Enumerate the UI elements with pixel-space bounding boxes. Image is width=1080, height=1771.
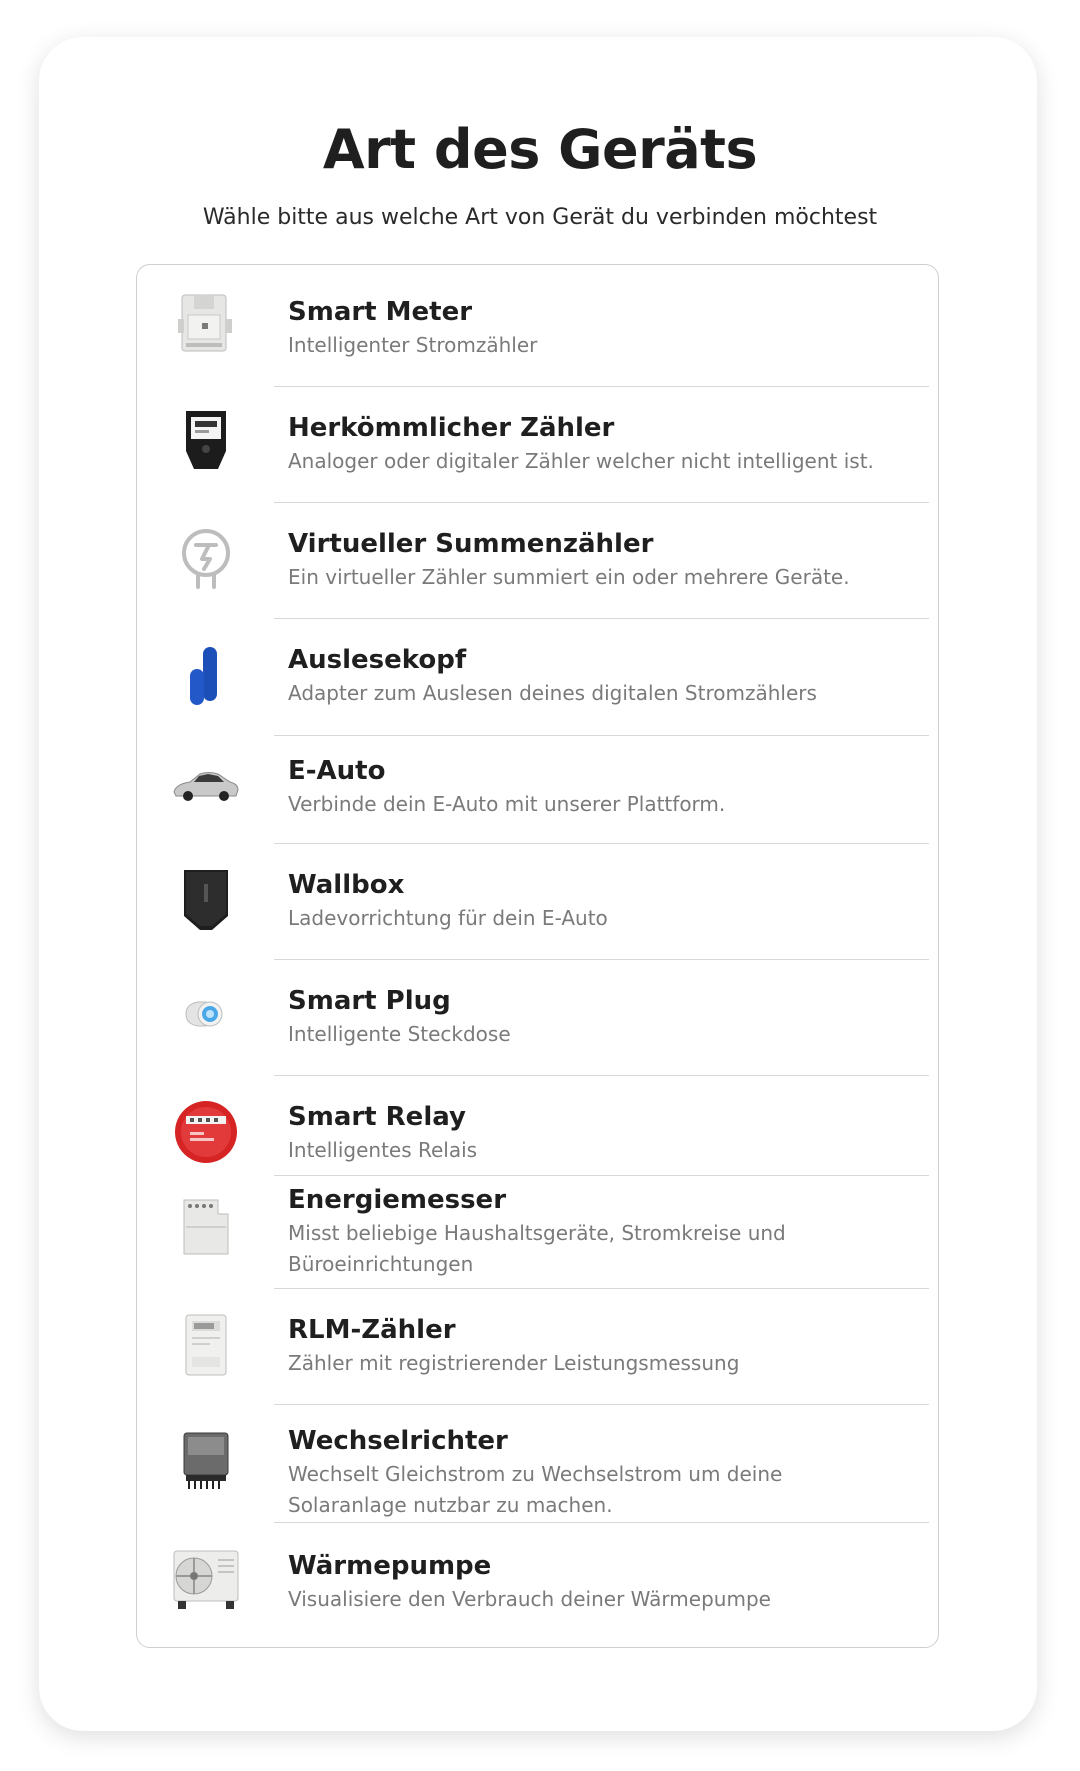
device-name: RLM-Zähler bbox=[288, 1315, 456, 1345]
device-description: Ladevorrichtung für dein E-Auto bbox=[288, 906, 608, 930]
device-option-reading-head[interactable]: Auslesekopf Adapter zum Auslesen deines … bbox=[136, 619, 939, 735]
smart-relay-icon bbox=[172, 1098, 240, 1166]
device-description: Intelligentes Relais bbox=[288, 1138, 478, 1162]
wallbox-icon bbox=[172, 866, 240, 934]
device-name: E-Auto bbox=[288, 756, 386, 786]
device-option-energy-meter[interactable]: Energiemesser Misst beliebige Haushaltsg… bbox=[136, 1176, 939, 1289]
device-option-heat-pump[interactable]: Wärmepumpe Visualisiere den Verbrauch de… bbox=[136, 1523, 939, 1647]
device-description: Misst beliebige Haushaltsgeräte, Stromkr… bbox=[288, 1221, 786, 1276]
device-option-smart-plug[interactable]: Smart Plug Intelligente Steckdose bbox=[136, 960, 939, 1076]
device-description: Intelligenter Stromzähler bbox=[288, 333, 538, 357]
device-option-wallbox[interactable]: Wallbox Ladevorrichtung für dein E-Auto bbox=[136, 844, 939, 960]
device-option-conventional-meter[interactable]: Herkömmlicher Zähler Analoger oder digit… bbox=[136, 387, 939, 503]
device-description: Adapter zum Auslesen deines digitalen St… bbox=[288, 681, 817, 705]
virtual-meter-icon bbox=[172, 525, 240, 593]
device-description: Analoger oder digitaler Zähler welcher n… bbox=[288, 449, 874, 473]
rlm-meter-icon bbox=[172, 1311, 240, 1379]
device-option-virtual-meter[interactable]: Virtueller Summenzähler Ein virtueller Z… bbox=[136, 503, 939, 619]
device-name: Wärmepumpe bbox=[288, 1551, 492, 1581]
energy-meter-icon bbox=[172, 1192, 240, 1260]
device-option-inverter[interactable]: Wechselrichter Wechselt Gleichstrom zu W… bbox=[136, 1405, 939, 1523]
device-description: Intelligente Steckdose bbox=[288, 1022, 511, 1046]
heat-pump-icon bbox=[172, 1545, 240, 1613]
device-description: Zähler mit registrierender Leistungsmess… bbox=[288, 1351, 740, 1375]
device-description: Ein virtueller Zähler summiert ein oder … bbox=[288, 565, 850, 589]
device-description: Wechselt Gleichstrom zu Wechselstrom um … bbox=[288, 1462, 783, 1517]
device-name: Smart Relay bbox=[288, 1102, 466, 1132]
reading-head-icon bbox=[172, 643, 240, 711]
device-name: Wechselrichter bbox=[288, 1426, 508, 1456]
device-description: Visualisiere den Verbrauch deiner Wärmep… bbox=[288, 1587, 771, 1611]
device-option-smart-meter[interactable]: Smart Meter Intelligenter Stromzähler bbox=[136, 264, 939, 380]
device-option-smart-relay[interactable]: Smart Relay Intelligentes Relais bbox=[136, 1076, 939, 1176]
page-title: Art des Geräts bbox=[322, 118, 758, 181]
device-option-electric-car[interactable]: E-Auto Verbinde dein E-Auto mit unserer … bbox=[136, 736, 939, 842]
device-name: Smart Plug bbox=[288, 986, 451, 1016]
page-subtitle: Wähle bitte aus welche Art von Gerät du … bbox=[202, 205, 878, 230]
device-name: Wallbox bbox=[288, 870, 405, 900]
device-name: Smart Meter bbox=[288, 297, 473, 327]
device-name: Herkömmlicher Zähler bbox=[288, 413, 615, 443]
device-name: Energiemesser bbox=[288, 1185, 507, 1215]
device-name: Virtueller Summenzähler bbox=[288, 529, 654, 559]
device-description: Verbinde dein E-Auto mit unserer Plattfo… bbox=[288, 792, 726, 816]
smart-meter-icon bbox=[172, 289, 240, 357]
electric-car-icon bbox=[172, 750, 240, 818]
inverter-icon bbox=[172, 1427, 240, 1495]
device-name: Auslesekopf bbox=[288, 645, 467, 675]
smart-plug-icon bbox=[172, 980, 240, 1048]
device-option-rlm-meter[interactable]: RLM-Zähler Zähler mit registrierender Le… bbox=[136, 1289, 939, 1405]
conventional-meter-icon bbox=[172, 407, 240, 475]
